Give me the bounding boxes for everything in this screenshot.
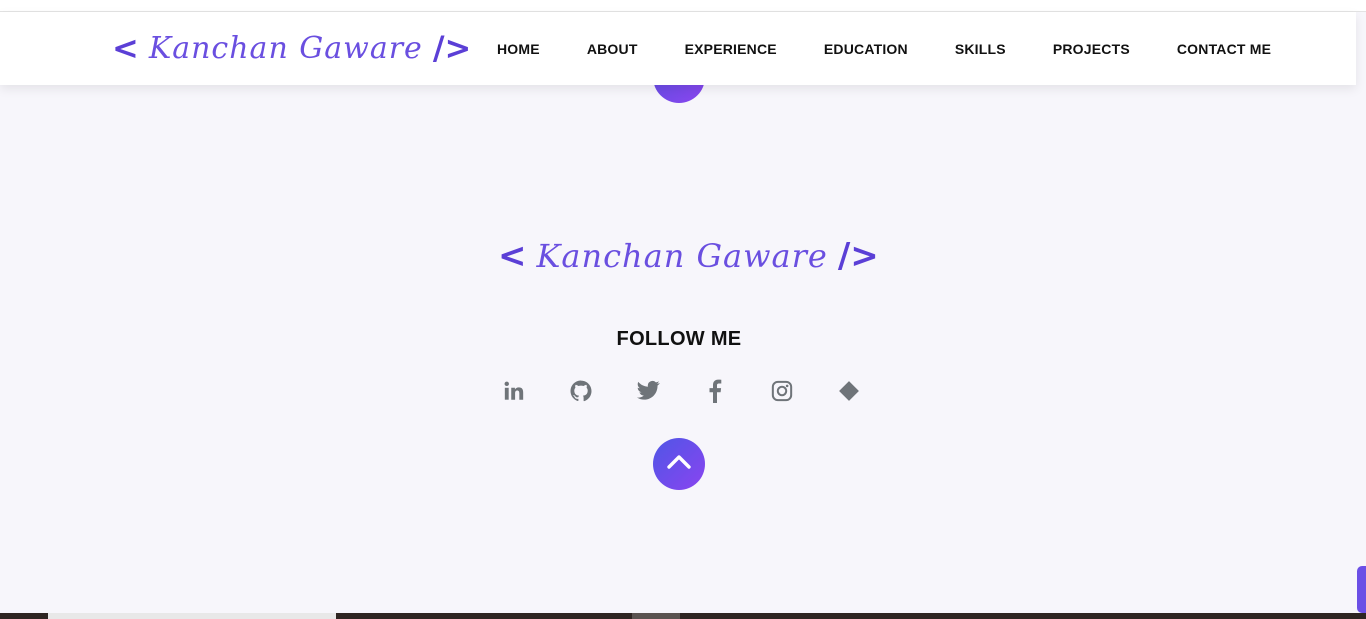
diamond-icon[interactable] [829, 376, 869, 406]
instagram-icon[interactable] [762, 376, 802, 406]
linkedin-icon[interactable] [494, 376, 534, 406]
chevron-up-icon [666, 454, 692, 475]
follow-me-heading: FOLLOW ME [616, 328, 742, 350]
scrollbar-thumb[interactable] [1357, 566, 1366, 613]
nav-menu: HOME ABOUT EXPERIENCE EDUCATION SKILLS P… [497, 12, 1271, 85]
footer-logo-close-bracket: /> [837, 236, 879, 276]
twitter-icon[interactable] [628, 376, 668, 406]
github-icon[interactable] [561, 376, 601, 406]
nav-projects[interactable]: PROJECTS [1053, 41, 1130, 57]
logo-open-bracket: < [112, 29, 139, 67]
facebook-icon[interactable] [695, 376, 735, 406]
taskbar-segment-active [632, 613, 680, 619]
footer-logo-open-bracket: < [498, 236, 527, 276]
navbar: < Kanchan Gaware /> HOME ABOUT EXPERIENC… [0, 12, 1356, 85]
logo-name: Kanchan Gaware [148, 30, 423, 66]
nav-about[interactable]: ABOUT [587, 41, 638, 57]
nav-contact-me[interactable]: CONTACT ME [1177, 41, 1271, 57]
taskbar-edge [0, 613, 1366, 619]
scrollbar-track[interactable] [1356, 85, 1366, 613]
taskbar-segment [48, 613, 336, 619]
footer-logo-name: Kanchan Gaware [536, 237, 828, 275]
social-links [494, 376, 869, 406]
nav-experience[interactable]: EXPERIENCE [685, 41, 777, 57]
header-logo[interactable]: < Kanchan Gaware /> [112, 22, 471, 74]
logo-close-bracket: /> [432, 29, 472, 67]
nav-home[interactable]: HOME [497, 41, 540, 57]
footer-logo[interactable]: < Kanchan Gaware /> [498, 228, 879, 284]
nav-education[interactable]: EDUCATION [824, 41, 908, 57]
browser-top-edge [0, 0, 1366, 12]
back-to-top-button[interactable] [653, 438, 705, 490]
nav-skills[interactable]: SKILLS [955, 41, 1006, 57]
